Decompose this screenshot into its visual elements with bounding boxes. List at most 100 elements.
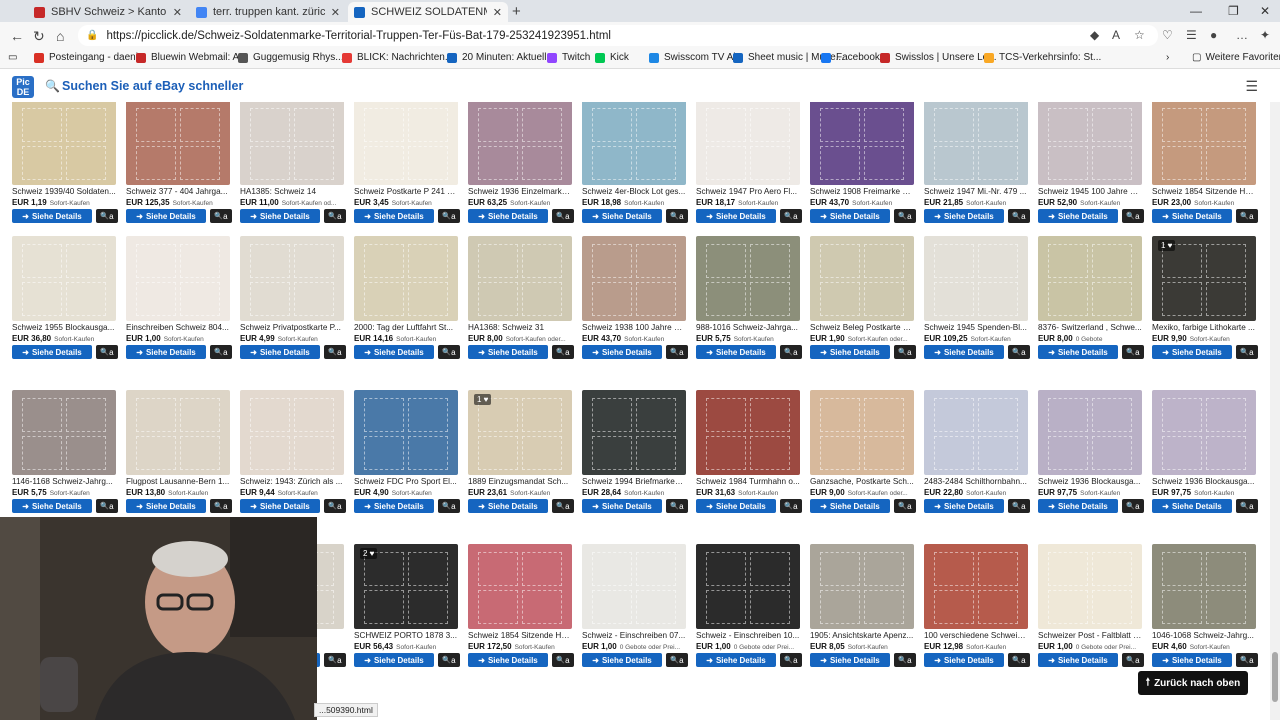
listing-title[interactable]: HA1385: Schweiz 14 <box>240 187 344 196</box>
maximize-icon[interactable]: ❐ <box>1228 4 1239 18</box>
listing-thumbnail[interactable] <box>1152 102 1256 185</box>
listing-card[interactable]: 1905: Ansichtskarte Apenz... EUR 8,05 Sofo… <box>810 544 916 694</box>
listing-thumbnail[interactable] <box>696 102 800 185</box>
listing-title[interactable]: Schweiz - Einschreiben 07... <box>582 631 686 640</box>
see-details-button[interactable]: ➜Siehe Details <box>924 653 1004 667</box>
listing-title[interactable]: Schweiz 4er-Block Lot ges... <box>582 187 686 196</box>
zoom-button[interactable]: 🔍 a <box>780 499 802 513</box>
bookmark-item[interactable]: Guggemusig Rhys... <box>238 52 344 63</box>
listing-title[interactable]: Einschreiben Schweiz 804... <box>126 323 230 332</box>
see-details-button[interactable]: ➜Siehe Details <box>582 209 662 223</box>
listing-card[interactable]: Schweiz 1955 Blockausga... EUR 36,80 Sofor… <box>12 236 118 386</box>
listing-card[interactable]: HA1368: Schweiz 31 EUR 8,00 Sofort-Kaufen … <box>468 236 574 386</box>
see-details-button[interactable]: ➜Siehe Details <box>1038 345 1118 359</box>
listing-title[interactable]: Schweiz Beleg Postkarte a... <box>810 323 914 332</box>
bookmark-item[interactable]: Facebook <box>821 52 880 63</box>
zoom-button[interactable]: 🔍 a <box>666 209 688 223</box>
see-details-button[interactable]: ➜Siehe Details <box>582 653 662 667</box>
see-details-button[interactable]: ➜Siehe Details <box>924 209 1004 223</box>
bookmark-item[interactable]: Swisscom TV Air <box>649 52 739 63</box>
see-details-button[interactable]: ➜Siehe Details <box>12 499 92 513</box>
bookmark-item[interactable]: BLICK: Nachrichten... <box>342 52 453 63</box>
listing-card[interactable]: Schweiz 1938 100 Jahre S... EUR 43,70 Sofo… <box>582 236 688 386</box>
listing-title[interactable]: 1889 Einzugsmandat Sch... <box>468 477 572 486</box>
listing-thumbnail[interactable] <box>924 544 1028 629</box>
listing-card[interactable]: 8376- Switzerland , Schwe... EUR 8,00 0 Ge… <box>1038 236 1144 386</box>
zoom-button[interactable]: 🔍 a <box>96 345 118 359</box>
home-icon[interactable]: ⌂ <box>56 28 64 44</box>
zoom-button[interactable]: 🔍 a <box>1008 209 1030 223</box>
back-to-top-button[interactable]: 🠕 Zurück nach oben <box>1138 671 1248 695</box>
listing-thumbnail[interactable] <box>696 236 800 321</box>
listing-card[interactable]: Schweiz - Einschreiben 10... EUR 1,00 0 Ge… <box>696 544 802 694</box>
close-icon[interactable]: ✕ <box>173 6 182 19</box>
see-details-button[interactable]: ➜Siehe Details <box>126 499 206 513</box>
listing-thumbnail[interactable] <box>468 236 572 321</box>
listing-card[interactable]: Schweiz 1947 Mi.-Nr. 479 ... EUR 21,85 Sof… <box>924 102 1030 250</box>
extension-icon[interactable]: ◆ <box>1090 28 1099 42</box>
see-details-button[interactable]: ➜Siehe Details <box>240 209 320 223</box>
zoom-button[interactable]: 🔍 a <box>324 499 346 513</box>
listing-card[interactable]: Schweiz 1947 Pro Aero Fl... EUR 18,17 Sofo… <box>696 102 802 250</box>
listing-thumbnail[interactable] <box>696 544 800 629</box>
listing-thumbnail[interactable] <box>1038 544 1142 629</box>
browser-essentials-icon[interactable]: ♡ <box>1162 28 1173 42</box>
listing-card[interactable]: 2000: Tag der Luftfahrt St... EUR 14,16 So… <box>354 236 460 386</box>
see-details-button[interactable]: ➜Siehe Details <box>468 653 548 667</box>
bookmark-item[interactable]: Swisslos | Unsere Lo... <box>880 52 997 63</box>
listing-thumbnail[interactable] <box>810 102 914 185</box>
scrollbar-thumb[interactable] <box>1272 652 1278 702</box>
listing-card[interactable]: Schweiz FDC Pro Sport El... EUR 4,90 Sofor… <box>354 390 460 540</box>
see-details-button[interactable]: ➜Siehe Details <box>468 209 548 223</box>
zoom-button[interactable]: 🔍 a <box>1236 345 1258 359</box>
listing-thumbnail[interactable] <box>12 102 116 185</box>
listing-thumbnail[interactable] <box>810 544 914 629</box>
listing-card[interactable]: Schweiz Postkarte P 241 L... EUR 3,45 Sofo… <box>354 102 460 250</box>
zoom-button[interactable]: 🔍 a <box>552 345 574 359</box>
see-details-button[interactable]: ➜Siehe Details <box>240 345 320 359</box>
listing-title[interactable]: 2483-2484 Schilthornbahn... <box>924 477 1028 486</box>
listing-title[interactable]: Schweiz 1936 Blockausga... <box>1152 477 1256 486</box>
zoom-button[interactable]: 🔍 a <box>324 653 346 667</box>
listing-title[interactable]: Schweiz: 1943: Zürich als ... <box>240 477 344 486</box>
tab-sbhv[interactable]: SBHV Schweiz > Kantonal- und Fe ✕ <box>28 2 188 22</box>
listing-title[interactable]: Mexiko, farbige Lithokarte ... <box>1152 323 1256 332</box>
listing-title[interactable]: Schweizer Post - Faltblatt "... <box>1038 631 1142 640</box>
see-details-button[interactable]: ➜Siehe Details <box>1038 499 1118 513</box>
see-details-button[interactable]: ➜Siehe Details <box>126 345 206 359</box>
listing-card[interactable]: Schweiz 1854 Sitzende He... EUR 172,50 Sof… <box>468 544 574 694</box>
zoom-button[interactable]: 🔍 a <box>1236 209 1258 223</box>
favorite-star-icon[interactable]: ☆ <box>1134 28 1145 42</box>
see-details-button[interactable]: ➜Siehe Details <box>924 345 1004 359</box>
zoom-button[interactable]: 🔍 a <box>1122 209 1144 223</box>
see-details-button[interactable]: ➜Siehe Details <box>1152 653 1232 667</box>
listing-title[interactable]: Ganzsache, Postkarte Sch... <box>810 477 914 486</box>
see-details-button[interactable]: ➜Siehe Details <box>1152 209 1232 223</box>
listing-thumbnail[interactable] <box>240 390 344 475</box>
listing-title[interactable]: Schweiz 1945 Spenden-Bl... <box>924 323 1028 332</box>
listing-thumbnail[interactable] <box>126 236 230 321</box>
zoom-button[interactable]: 🔍 a <box>666 653 688 667</box>
zoom-button[interactable]: 🔍 a <box>552 499 574 513</box>
listing-thumbnail[interactable] <box>696 390 800 475</box>
listing-title[interactable]: SCHWEIZ PORTO 1878 3... <box>354 631 458 640</box>
listing-thumbnail[interactable] <box>1152 390 1256 475</box>
listing-title[interactable]: 1146-1168 Schweiz-Jahrg... <box>12 477 116 486</box>
see-details-button[interactable]: ➜Siehe Details <box>468 345 548 359</box>
bookmark-item[interactable]: TCS-Verkehrsinfo: St... <box>984 52 1101 63</box>
more-menu-icon[interactable]: … <box>1236 28 1248 42</box>
zoom-button[interactable]: 🔍 a <box>1122 345 1144 359</box>
listing-title[interactable]: HA1368: Schweiz 31 <box>468 323 572 332</box>
listing-thumbnail[interactable] <box>924 102 1028 185</box>
listing-title[interactable]: Schweiz 1947 Pro Aero Fl... <box>696 187 800 196</box>
see-details-button[interactable]: ➜Siehe Details <box>810 499 890 513</box>
zoom-button[interactable]: 🔍 a <box>96 499 118 513</box>
see-details-button[interactable]: ➜Siehe Details <box>468 499 548 513</box>
zoom-button[interactable]: 🔍 a <box>894 499 916 513</box>
see-details-button[interactable]: ➜Siehe Details <box>924 499 1004 513</box>
listing-card[interactable]: Schweiz 1994 Briefmarken... EUR 28,64 Sofo… <box>582 390 688 540</box>
zoom-button[interactable]: 🔍 a <box>666 345 688 359</box>
import-favorites-icon[interactable]: ▭ <box>8 52 17 63</box>
listing-card[interactable]: 100 verschiedene Schweiz... EUR 12,98 Sofo… <box>924 544 1030 694</box>
listing-card[interactable]: Schweiz 1936 Blockausga... EUR 97,75 Sofor… <box>1152 390 1258 540</box>
